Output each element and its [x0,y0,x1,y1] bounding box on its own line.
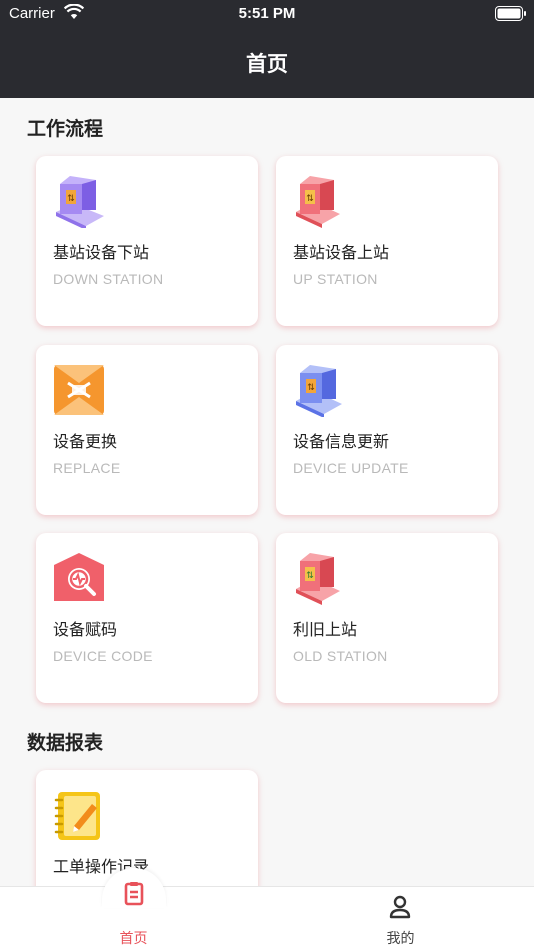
card-subtitle: DOWN STATION [53,271,164,287]
person-icon [389,895,411,919]
card-title: 利旧上站 [293,620,358,639]
battery-icon [495,6,526,21]
blue-pallet-boxes-icon: ⇅ [292,363,346,417]
red-pallet-boxes-icon: ⇅ [292,551,346,605]
yellow-notebook-pencil-icon [52,788,106,842]
nav-bar: 首页 [0,28,534,98]
orange-swap-box-icon [52,363,106,417]
card-subtitle: DEVICE CODE [53,648,153,664]
section-title-workflow: 工作流程 [27,118,104,140]
svg-text:⇅: ⇅ [67,194,75,204]
svg-text:⇅: ⇅ [306,194,314,204]
purple-pallet-boxes-icon: ⇅ [52,174,106,228]
clipboard-icon [124,882,144,906]
page-title: 首页 [246,52,288,76]
card-subtitle: REPLACE [53,460,121,476]
card-title: 基站设备下站 [53,243,150,262]
status-time: 5:51 PM [238,5,296,22]
card-up-station[interactable]: ⇅ 基站设备上站 UP STATION [276,156,498,326]
card-title: 基站设备上站 [293,243,390,262]
card-title: 设备赋码 [53,620,118,639]
red-pallet-boxes-icon: ⇅ [292,174,346,228]
card-title: 设备更换 [53,432,118,451]
tab-bar: 首页 我的 [0,883,534,951]
tab-label-mine: 我的 [386,931,415,947]
section-title-reports: 数据报表 [27,732,104,754]
card-subtitle: DEVICE UPDATE [293,460,409,476]
card-subtitle: UP STATION [293,271,378,287]
card-device-update[interactable]: ⇅ 设备信息更新 DEVICE UPDATE [276,345,498,515]
tab-mine[interactable]: 我的 [267,887,534,951]
card-replace[interactable]: 设备更换 REPLACE [36,345,258,515]
card-old-station[interactable]: ⇅ 利旧上站 OLD STATION [276,533,498,703]
card-subtitle: OLD STATION [293,648,388,664]
pink-search-tag-icon [52,551,106,605]
card-title: 设备信息更新 [293,432,390,451]
tab-label-home: 首页 [119,931,148,947]
card-device-code[interactable]: 设备赋码 DEVICE CODE [36,533,258,703]
svg-text:⇅: ⇅ [306,571,314,581]
status-bar: Carrier 5:51 PM [0,0,534,28]
svg-text:⇅: ⇅ [307,383,315,393]
card-down-station[interactable]: ⇅ 基站设备下站 DOWN STATION [36,156,258,326]
